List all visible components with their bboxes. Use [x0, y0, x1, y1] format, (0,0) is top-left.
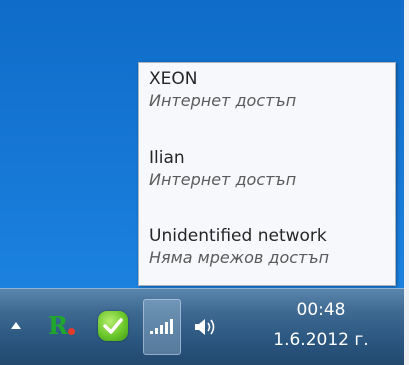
show-hidden-icons-arrow-icon[interactable]: [11, 322, 21, 329]
network-item-xeon[interactable]: XEON Интернет достъп: [149, 68, 389, 112]
network-item-unidentified[interactable]: Unidentified network Няма мрежов достъп: [149, 225, 389, 269]
network-popup: XEON Интернет достъп Ilian Интернет дост…: [138, 62, 396, 286]
clock-date: 1.6.2012 г.: [273, 330, 369, 350]
network-signal-icon[interactable]: [143, 299, 181, 355]
network-status: Интернет достъп: [149, 170, 297, 189]
signal-bar: [170, 319, 173, 334]
network-status: Интернет достъп: [149, 91, 297, 110]
r-app-dot: [68, 328, 75, 335]
network-name: XEON: [149, 69, 198, 89]
desktop-edge: [404, 0, 409, 365]
volume-icon[interactable]: [193, 316, 219, 338]
network-name: Unidentified network: [149, 226, 327, 246]
r-app-icon[interactable]: R: [48, 312, 75, 340]
signal-bar: [155, 328, 158, 334]
clock-time: 00:48: [296, 300, 346, 320]
signal-bar: [150, 331, 153, 334]
network-status: Няма мрежов достъп: [149, 248, 330, 267]
taskbar: R 00:48 1.6.2012 г.: [0, 288, 404, 365]
green-check-icon[interactable]: [98, 311, 128, 341]
network-name: Ilian: [149, 148, 185, 168]
system-clock[interactable]: 00:48 1.6.2012 г.: [246, 297, 396, 353]
signal-bar: [160, 325, 163, 334]
signal-bar: [165, 322, 168, 334]
network-item-ilian[interactable]: Ilian Интернет достъп: [149, 147, 389, 191]
